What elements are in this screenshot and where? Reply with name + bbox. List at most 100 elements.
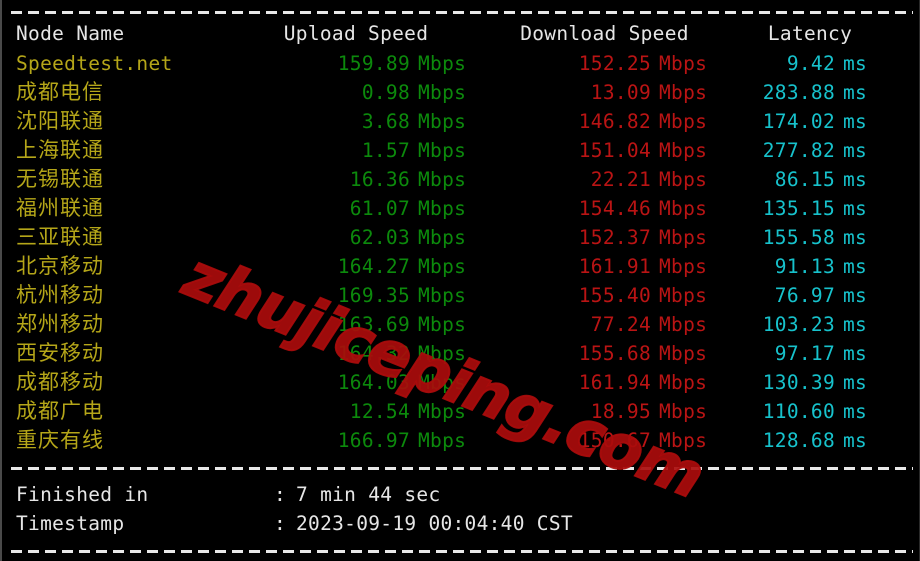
cell-download-speed: 154.46 bbox=[578, 197, 651, 220]
cell-latency-unit: ms bbox=[843, 342, 868, 365]
cell-node-name: 成都广电 bbox=[16, 399, 104, 423]
terminal-window: Node Name Upload Speed Download Speed La… bbox=[0, 0, 920, 561]
table-row: 成都移动 164.03 Mbps 161.94 Mbps 130.39 ms bbox=[2, 368, 919, 397]
cell-latency: 97.17 bbox=[774, 342, 835, 365]
column-header-download-speed: Download Speed bbox=[520, 22, 689, 45]
separator-middle bbox=[2, 461, 919, 475]
cell-latency: 130.39 bbox=[762, 371, 835, 394]
table-row: 福州联通 61.07 Mbps 154.46 Mbps 135.15 ms bbox=[2, 194, 919, 223]
cell-latency: 155.58 bbox=[762, 226, 835, 249]
cell-latency-unit: ms bbox=[843, 81, 868, 104]
cell-latency-unit: ms bbox=[843, 371, 868, 394]
cell-upload-speed: 12.54 bbox=[349, 400, 410, 423]
cell-download-unit: Mbps bbox=[659, 139, 708, 162]
cell-upload-speed: 16.36 bbox=[349, 168, 410, 191]
table-row: 三亚联通 62.03 Mbps 152.37 Mbps 155.58 ms bbox=[2, 223, 919, 252]
separator-bottom bbox=[2, 544, 919, 558]
cell-latency-unit: ms bbox=[843, 400, 868, 423]
cell-node-name: 北京移动 bbox=[16, 254, 104, 278]
finished-value: 7 min 44 sec bbox=[296, 483, 441, 506]
dashed-line bbox=[11, 549, 913, 553]
cell-download-unit: Mbps bbox=[659, 110, 708, 133]
cell-upload-speed: 164.27 bbox=[337, 255, 410, 278]
cell-download-unit: Mbps bbox=[659, 400, 708, 423]
cell-latency-unit: ms bbox=[843, 313, 868, 336]
cell-node-name: 成都移动 bbox=[16, 370, 104, 394]
cell-upload-unit: Mbps bbox=[418, 52, 467, 75]
cell-upload-unit: Mbps bbox=[418, 226, 467, 249]
cell-upload-speed: 0.98 bbox=[361, 81, 410, 104]
cell-latency: 174.02 bbox=[762, 110, 835, 133]
cell-node-name: 杭州移动 bbox=[16, 283, 104, 307]
cell-latency-unit: ms bbox=[843, 110, 868, 133]
cell-latency: 283.88 bbox=[762, 81, 835, 104]
cell-download-unit: Mbps bbox=[659, 284, 708, 307]
cell-download-unit: Mbps bbox=[659, 226, 708, 249]
speedtest-results: Node Name Upload Speed Download Speed La… bbox=[2, 5, 919, 558]
cell-upload-unit: Mbps bbox=[418, 255, 467, 278]
cell-download-speed: 151.04 bbox=[578, 139, 651, 162]
cell-download-speed: 150.67 bbox=[578, 429, 651, 452]
footer-row-timestamp: Timestamp : 2023-09-19 00:04:40 CST bbox=[2, 509, 919, 538]
results-rows: Speedtest.net 159.89 Mbps 152.25 Mbps 9.42 ms 成… bbox=[2, 49, 919, 455]
cell-download-speed: 161.94 bbox=[578, 371, 651, 394]
table-row: 成都广电 12.54 Mbps 18.95 Mbps 110.60 ms bbox=[2, 397, 919, 426]
cell-download-unit: Mbps bbox=[659, 52, 708, 75]
cell-node-name: 郑州移动 bbox=[16, 312, 104, 336]
table-row: 上海联通 1.57 Mbps 151.04 Mbps 277.82 ms bbox=[2, 136, 919, 165]
cell-upload-speed: 62.03 bbox=[349, 226, 410, 249]
cell-latency-unit: ms bbox=[843, 226, 868, 249]
cell-download-unit: Mbps bbox=[659, 429, 708, 452]
cell-upload-speed: 163.69 bbox=[337, 313, 410, 336]
cell-upload-unit: Mbps bbox=[418, 371, 467, 394]
table-row: 沈阳联通 3.68 Mbps 146.82 Mbps 174.02 ms bbox=[2, 107, 919, 136]
table-row: 北京移动 164.27 Mbps 161.91 Mbps 91.13 ms bbox=[2, 252, 919, 281]
cell-download-unit: Mbps bbox=[659, 313, 708, 336]
cell-download-unit: Mbps bbox=[659, 81, 708, 104]
separator-top bbox=[2, 5, 919, 19]
cell-download-speed: 13.09 bbox=[590, 81, 651, 104]
dashed-line bbox=[11, 466, 913, 470]
cell-latency: 128.68 bbox=[762, 429, 835, 452]
cell-upload-speed: 164.03 bbox=[337, 371, 410, 394]
column-header-node-name: Node Name bbox=[16, 22, 125, 45]
cell-latency: 91.13 bbox=[774, 255, 835, 278]
cell-node-name: 三亚联通 bbox=[16, 225, 104, 249]
table-row: 重庆有线 166.97 Mbps 150.67 Mbps 128.68 ms bbox=[2, 426, 919, 455]
cell-upload-unit: Mbps bbox=[418, 81, 467, 104]
cell-download-speed: 18.95 bbox=[590, 400, 651, 423]
column-header-latency: Latency bbox=[767, 22, 853, 45]
cell-upload-unit: Mbps bbox=[418, 197, 467, 220]
footer-row-finished: Finished in : 7 min 44 sec bbox=[2, 480, 919, 509]
timestamp-label: Timestamp bbox=[16, 512, 125, 535]
cell-download-speed: 155.40 bbox=[578, 284, 651, 307]
cell-download-unit: Mbps bbox=[659, 342, 708, 365]
cell-latency: 277.82 bbox=[762, 139, 835, 162]
cell-node-name: 重庆有线 bbox=[16, 428, 104, 452]
cell-node-name: 沈阳联通 bbox=[16, 109, 104, 133]
table-row: 郑州移动 163.69 Mbps 77.24 Mbps 103.23 ms bbox=[2, 310, 919, 339]
cell-latency: 103.23 bbox=[762, 313, 835, 336]
timestamp-value: 2023-09-19 00:04:40 CST bbox=[296, 512, 573, 535]
cell-upload-unit: Mbps bbox=[418, 139, 467, 162]
cell-upload-unit: Mbps bbox=[418, 429, 467, 452]
cell-latency: 76.97 bbox=[774, 284, 835, 307]
table-row: 无锡联通 16.36 Mbps 22.21 Mbps 86.15 ms bbox=[2, 165, 919, 194]
cell-download-unit: Mbps bbox=[659, 168, 708, 191]
cell-latency: 86.15 bbox=[774, 168, 835, 191]
cell-node-name: 成都电信 bbox=[16, 80, 104, 104]
cell-latency-unit: ms bbox=[843, 429, 868, 452]
cell-node-name: 西安移动 bbox=[16, 341, 104, 365]
cell-download-unit: Mbps bbox=[659, 255, 708, 278]
cell-download-speed: 152.25 bbox=[578, 52, 651, 75]
cell-node-name: 上海联通 bbox=[16, 138, 104, 162]
table-header-row: Node Name Upload Speed Download Speed La… bbox=[2, 19, 919, 49]
finished-label: Finished in bbox=[16, 483, 149, 506]
table-row: Speedtest.net 159.89 Mbps 152.25 Mbps 9.42 ms bbox=[2, 49, 919, 78]
cell-upload-speed: 166.97 bbox=[337, 429, 410, 452]
cell-upload-unit: Mbps bbox=[418, 168, 467, 191]
cell-latency-unit: ms bbox=[843, 139, 868, 162]
cell-upload-speed: 169.35 bbox=[337, 284, 410, 307]
cell-download-unit: Mbps bbox=[659, 371, 708, 394]
table-row: 西安移动 164.32 Mbps 155.68 Mbps 97.17 ms bbox=[2, 339, 919, 368]
